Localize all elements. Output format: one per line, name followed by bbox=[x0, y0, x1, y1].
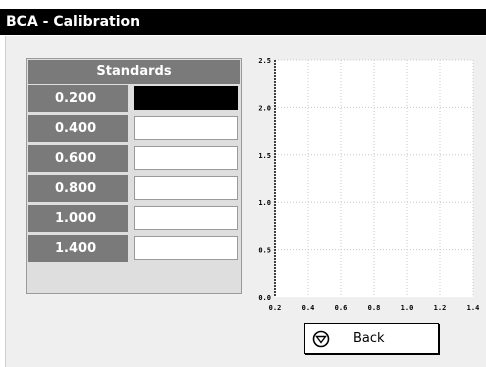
top-strip bbox=[0, 0, 486, 9]
calibration-screen: BCA - Calibration Standards 0.200 0.400 … bbox=[0, 0, 486, 367]
y-tick-label: 2.5 bbox=[258, 57, 271, 65]
window-title: BCA - Calibration bbox=[0, 9, 486, 35]
x-tick-label: 0.4 bbox=[302, 304, 315, 312]
back-button-label: Back bbox=[353, 331, 385, 346]
calibration-chart: 0.2 0.4 0.6 0.8 1.0 1.2 1.4 0.0 0.5 1.0 1.5 2.0 2.5 bbox=[258, 57, 480, 312]
y-tick-label: 2.0 bbox=[258, 104, 271, 112]
back-button[interactable]: Back bbox=[304, 323, 439, 354]
y-tick-label: 0.0 bbox=[258, 294, 271, 302]
y-tick-label: 1.0 bbox=[258, 199, 271, 207]
x-tick-label: 1.4 bbox=[467, 304, 480, 312]
x-tick-label: 1.0 bbox=[401, 304, 414, 312]
x-tick-label: 0.2 bbox=[269, 304, 282, 312]
x-tick-label: 0.6 bbox=[335, 304, 348, 312]
circle-down-arrow-icon bbox=[312, 330, 330, 348]
y-tick-label: 0.5 bbox=[258, 247, 271, 255]
y-tick-label: 1.5 bbox=[258, 152, 271, 160]
content-area: Standards 0.200 0.400 0.600 0.800 1.000 bbox=[5, 36, 486, 367]
x-tick-label: 1.2 bbox=[434, 304, 447, 312]
x-tick-label: 0.8 bbox=[368, 304, 381, 312]
